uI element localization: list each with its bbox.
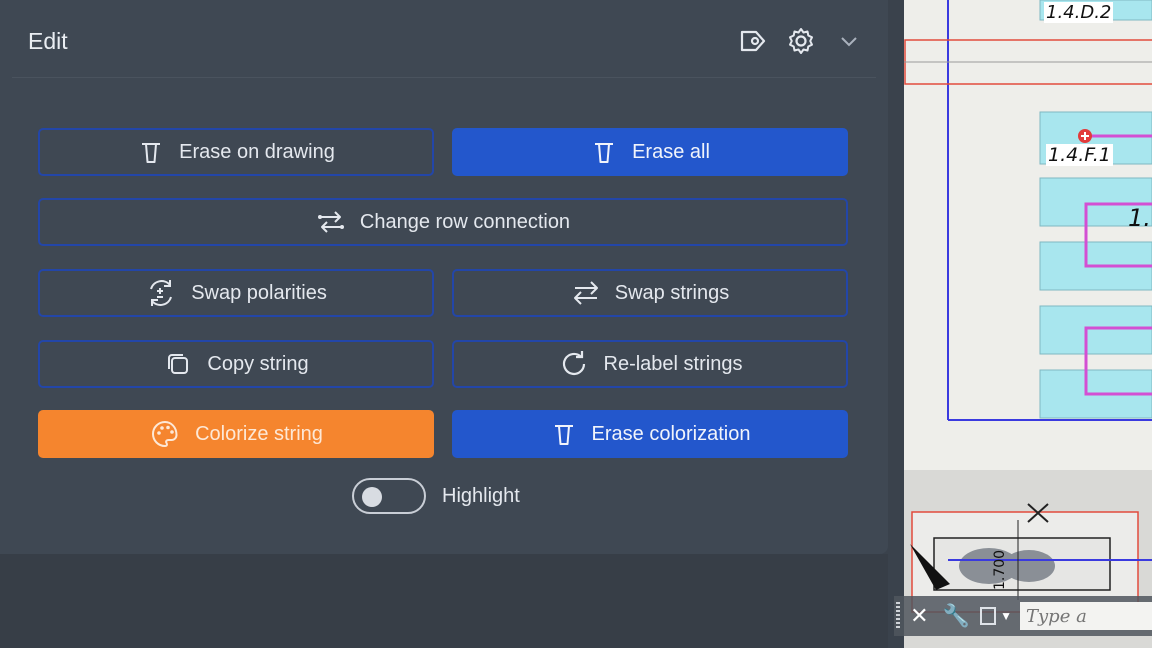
header-actions [736,24,866,58]
splitter[interactable] [888,0,904,648]
highlight-label: Highlight [442,484,520,507]
trash-icon [142,143,161,163]
swap-arrows-icon [317,211,344,233]
highlight-row: Highlight [352,478,520,514]
tag-icon[interactable] [736,24,770,58]
chevron-down-icon[interactable] [832,24,866,58]
swap-polarities-label: Swap polarities [191,281,327,304]
drawing-label: 1.4.D.2 [1044,2,1114,23]
highlight-toggle[interactable] [352,478,426,514]
change-row-connection-label: Change row connection [359,210,571,233]
erase-on-drawing-button[interactable]: Erase on drawing [38,128,434,176]
copy-string-label: Copy string [207,352,309,375]
colorize-string-button[interactable]: Colorize string [38,410,434,458]
palette-icon [152,420,178,448]
cad-drawing: 1.700 [904,0,1152,648]
panel-footer [0,554,904,648]
drawing-label: 1. [1128,204,1151,232]
command-bar: ✕ 🔧 ▼ [894,596,1152,636]
drawing-label: 1.4.F.1 [1046,144,1113,166]
header-divider [12,77,876,78]
command-history-icon[interactable] [979,607,997,625]
colorize-string-label: Colorize string [195,422,323,445]
refresh-icon [562,351,585,376]
erase-on-drawing-label: Erase on drawing [179,140,335,163]
edit-panel: Edit Erase on drawing Erase all Change r… [0,0,888,554]
copy-icon [168,354,189,374]
swap-strings-label: Swap strings [614,281,730,304]
erase-all-button[interactable]: Erase all [452,128,848,176]
erase-all-label: Erase all [632,140,710,163]
swap-strings-button[interactable]: Swap strings [452,269,848,317]
relabel-strings-button[interactable]: Re-label strings [452,340,848,388]
trash-icon [554,425,573,445]
trash-icon [595,143,614,163]
grip-icon[interactable] [896,602,901,630]
wrench-icon[interactable]: 🔧 [943,603,970,629]
change-row-connection-button[interactable]: Change row connection [38,198,848,246]
command-input[interactable] [1020,602,1152,630]
relabel-strings-label: Re-label strings [603,352,743,375]
erase-colorization-button[interactable]: Erase colorization [452,410,848,458]
drawing-canvas[interactable]: 1.700 1.4.D.2 1.4.F.1 1. [904,0,1152,648]
svg-text:1.700: 1.700 [992,550,1008,590]
erase-colorization-label: Erase colorization [591,422,751,445]
polarity-swap-icon [150,280,173,306]
copy-string-button[interactable]: Copy string [38,340,434,388]
panel-header: Edit [0,0,888,78]
chevron-down-icon[interactable]: ▼ [1000,609,1012,623]
close-icon[interactable]: ✕ [910,603,928,629]
gear-icon[interactable] [784,24,818,58]
panel-title: Edit [28,28,68,54]
toggle-knob [362,487,382,507]
swap-polarities-button[interactable]: Swap polarities [38,269,434,317]
swap-arrows-icon [573,281,598,305]
